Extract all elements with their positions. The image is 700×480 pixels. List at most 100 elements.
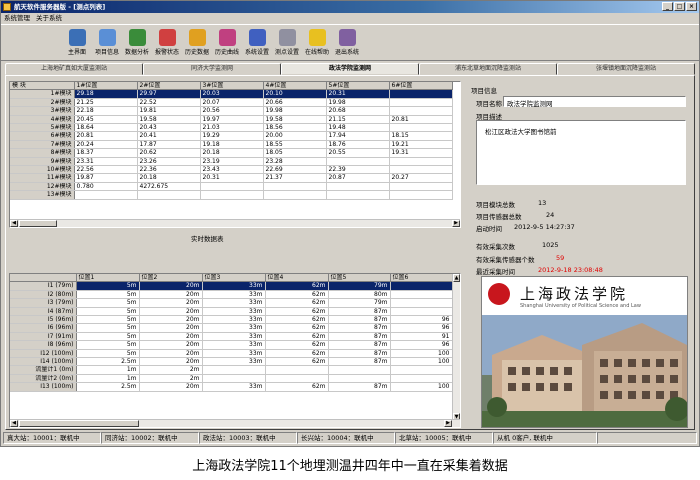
table-cell[interactable]: 21.25 <box>74 98 138 108</box>
column-header[interactable]: 位置5 <box>328 274 391 283</box>
project-desc-field[interactable]: 松江区政法大学图书馆前 <box>476 120 686 185</box>
table-cell[interactable]: 20m <box>139 382 203 392</box>
table-cell[interactable]: 23.43 <box>200 165 264 175</box>
table-cell[interactable]: 19.81 <box>137 106 201 116</box>
table-cell[interactable]: 20.66 <box>263 98 327 108</box>
table-cell[interactable]: 22.36 <box>137 165 201 175</box>
table-cell[interactable]: 20.10 <box>263 89 327 99</box>
row-header[interactable]: I1 (79m) <box>10 281 77 291</box>
row-header[interactable]: 1#模块 <box>10 89 75 99</box>
menu-about[interactable]: 关于系统 <box>36 13 62 23</box>
row-header[interactable]: I4 (87m) <box>10 307 77 317</box>
station-tab-2[interactable]: 政法学院监测网 <box>281 63 419 75</box>
row-header[interactable]: 10#模块 <box>10 165 75 175</box>
station-tab-3[interactable]: 浦东北草地面沉降监测站 <box>419 63 557 75</box>
toolbar-button-5[interactable]: 历史曲线 <box>213 27 241 60</box>
table-row[interactable]: I4 (87m) 5m 20m 33m 62m 87m <box>10 307 453 317</box>
table-cell[interactable]: 87m <box>328 357 391 367</box>
table-cell[interactable]: 19.87 <box>74 173 138 183</box>
table-cell[interactable]: 62m <box>265 340 329 350</box>
table-cell[interactable] <box>200 190 264 200</box>
table-cell[interactable] <box>326 182 390 192</box>
table-cell[interactable]: 19.58 <box>263 115 327 125</box>
table-cell[interactable]: 87m <box>328 382 391 392</box>
scroll-left-icon[interactable]: ◀ <box>10 220 18 227</box>
table-cell[interactable]: 62m <box>265 307 329 317</box>
table-cell[interactable] <box>389 157 453 167</box>
table-cell[interactable]: 20.62 <box>137 148 201 158</box>
row-header[interactable]: I7 (91m) <box>10 332 77 342</box>
module-grid[interactable]: 模 块 1#位置 2#位置 3#位置 4#位置 5#位置 6#位置 1#模块 29.18 29.… <box>9 81 461 228</box>
table-cell[interactable]: 87m <box>328 340 391 350</box>
row-header[interactable]: 流量计2 (0m) <box>10 374 77 384</box>
column-header[interactable]: 位置6 <box>390 274 453 283</box>
table-cell[interactable] <box>389 165 453 175</box>
row-header[interactable]: 8#模块 <box>10 148 75 158</box>
scroll-up-icon[interactable]: ▲ <box>453 274 460 282</box>
row-header[interactable]: I3 (79m) <box>10 298 77 308</box>
table-cell[interactable]: 2.5m <box>76 357 140 367</box>
table-row[interactable]: 1#模块 29.18 29.97 20.03 20.10 20.31 <box>10 89 453 99</box>
table-cell[interactable]: 18.64 <box>74 123 138 133</box>
table-row[interactable]: I3 (79m) 5m 20m 33m 62m 79m <box>10 298 453 308</box>
table-cell[interactable] <box>390 281 453 291</box>
table-cell[interactable] <box>265 365 329 375</box>
table-cell[interactable]: 5m <box>76 298 140 308</box>
table-cell[interactable]: 20m <box>139 298 203 308</box>
table-cell[interactable]: 19.21 <box>389 140 453 150</box>
scroll-thumb[interactable] <box>19 420 139 427</box>
table-cell[interactable]: 33m <box>202 349 266 359</box>
table-cell[interactable]: 18.56 <box>263 123 327 133</box>
table-cell[interactable]: 100 <box>390 349 453 359</box>
row-header[interactable]: I14 (100m) <box>10 357 77 367</box>
table-row[interactable]: 7#模块 20.24 17.87 19.18 18.55 18.76 19.21 <box>10 140 453 150</box>
table-row[interactable]: 6#模块 20.81 20.41 19.29 20.00 17.94 18.15 <box>10 131 453 141</box>
table-cell[interactable]: 20m <box>139 332 203 342</box>
table-cell[interactable]: 19.31 <box>389 148 453 158</box>
table-cell[interactable] <box>390 374 453 384</box>
scroll-right-icon[interactable]: ▶ <box>444 420 452 427</box>
scroll-left-icon[interactable]: ◀ <box>10 420 18 427</box>
table-cell[interactable]: 18.76 <box>326 140 390 150</box>
table-cell[interactable]: 62m <box>265 349 329 359</box>
row-header[interactable]: 5#模块 <box>10 123 75 133</box>
table-cell[interactable] <box>389 123 453 133</box>
table-cell[interactable]: 5m <box>76 281 140 291</box>
vertical-scrollbar[interactable]: ▲ ▼ <box>452 274 460 421</box>
table-cell[interactable]: 33m <box>202 290 266 300</box>
row-header[interactable]: 12#模块 <box>10 182 75 192</box>
horizontal-scrollbar[interactable]: ◀ ▶ <box>10 219 460 227</box>
table-cell[interactable]: 20.68 <box>326 106 390 116</box>
column-header[interactable]: 5#位置 <box>326 82 390 91</box>
table-cell[interactable]: 20.45 <box>74 115 138 125</box>
table-row[interactable]: I5 (96m) 5m 20m 33m 62m 87m 96 <box>10 315 453 325</box>
table-cell[interactable]: 20.31 <box>326 89 390 99</box>
table-cell[interactable]: 4272.675 <box>137 182 201 192</box>
row-header[interactable]: 13#模块 <box>10 190 75 200</box>
toolbar-button-9[interactable]: 退出系统 <box>333 27 361 60</box>
table-cell[interactable]: 19.98 <box>263 106 327 116</box>
toolbar-button-7[interactable]: 测点设置 <box>273 27 301 60</box>
table-cell[interactable] <box>74 190 138 200</box>
table-cell[interactable]: 87m <box>328 307 391 317</box>
row-header[interactable]: I2 (80m) <box>10 290 77 300</box>
table-cell[interactable]: 100 <box>390 357 453 367</box>
row-header[interactable]: 6#模块 <box>10 131 75 141</box>
table-cell[interactable]: 21.15 <box>326 115 390 125</box>
table-cell[interactable]: 20.43 <box>137 123 201 133</box>
table-cell[interactable]: 19.97 <box>200 115 264 125</box>
column-header[interactable]: 位置3 <box>202 274 266 283</box>
table-cell[interactable] <box>390 298 453 308</box>
scroll-thumb[interactable] <box>19 220 57 227</box>
table-cell[interactable]: 33m <box>202 340 266 350</box>
table-cell[interactable]: 17.94 <box>326 131 390 141</box>
toolbar-button-6[interactable]: 系统设置 <box>243 27 271 60</box>
close-button[interactable]: × <box>686 2 697 11</box>
table-cell[interactable]: 20m <box>139 357 203 367</box>
table-cell[interactable] <box>389 89 453 99</box>
table-cell[interactable]: 79m <box>328 298 391 308</box>
table-cell[interactable] <box>390 290 453 300</box>
table-cell[interactable]: 5m <box>76 290 140 300</box>
table-cell[interactable] <box>137 190 201 200</box>
table-cell[interactable]: 20.07 <box>200 98 264 108</box>
